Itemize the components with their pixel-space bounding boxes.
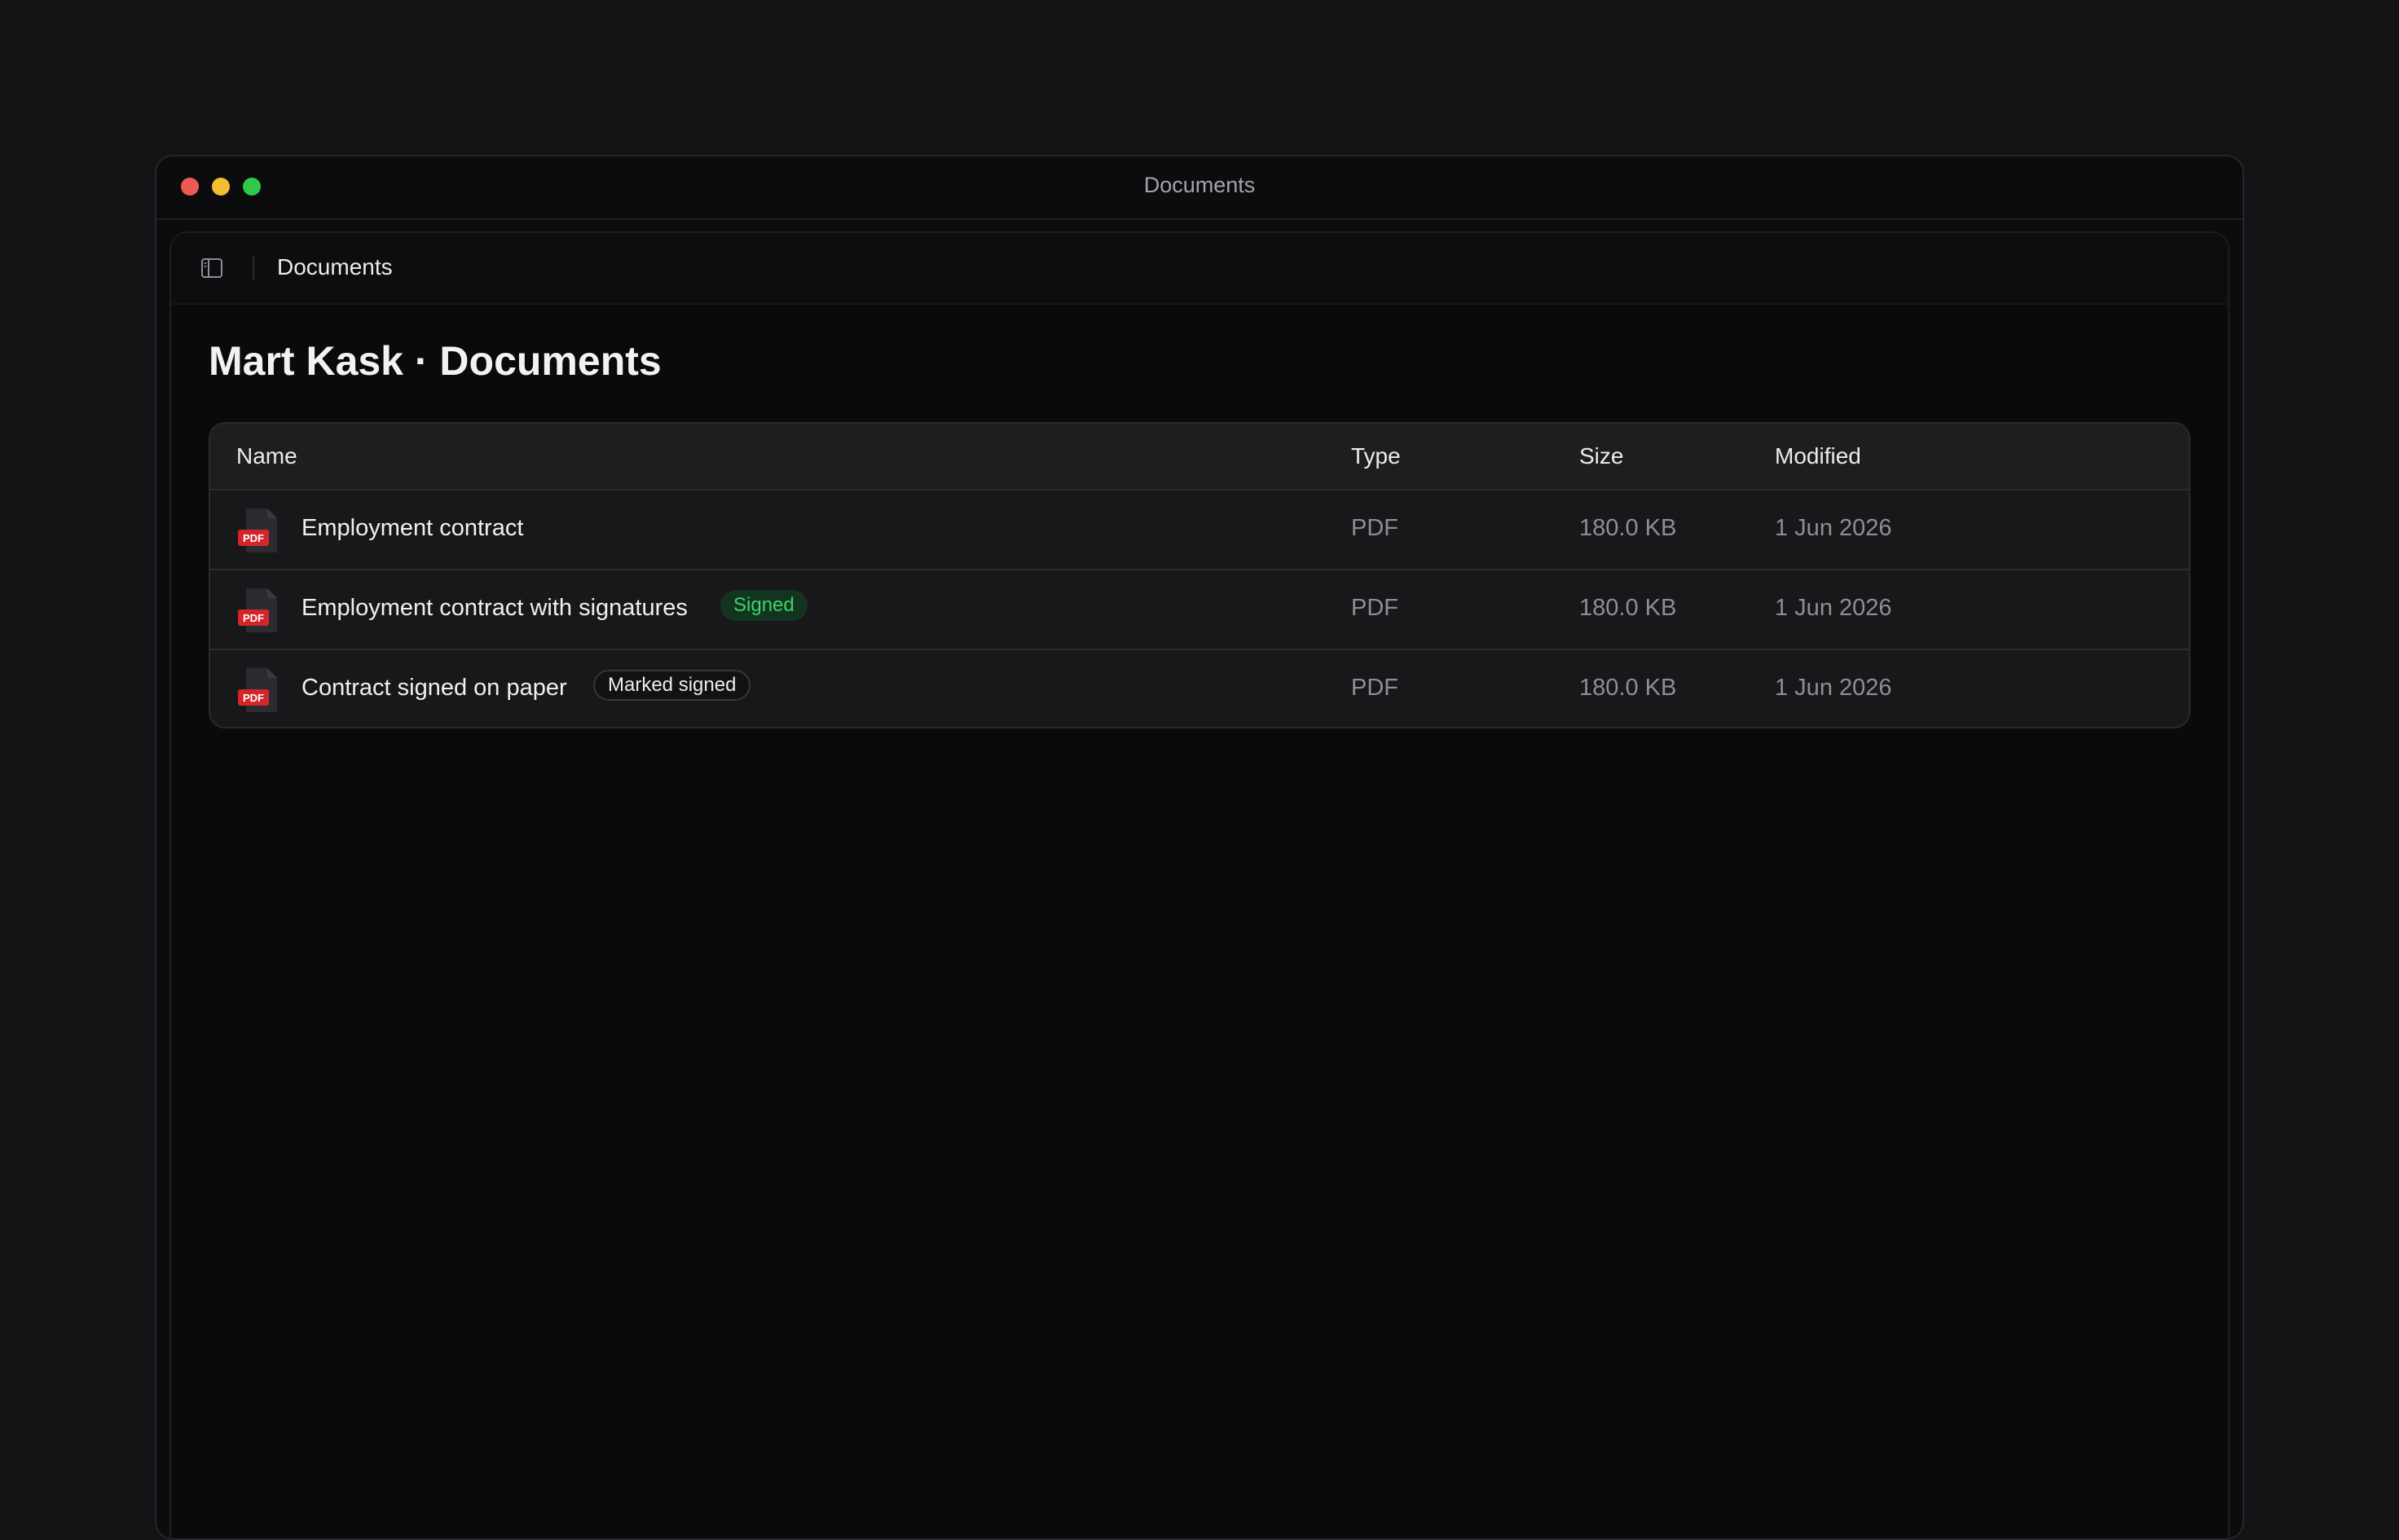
svg-text:PDF: PDF [243,612,264,624]
svg-text:PDF: PDF [243,692,264,704]
file-type: PDF [1351,595,1398,621]
file-modified: 1 Jun 2026 [1775,515,1892,541]
table-row[interactable]: PDF Contract signed on paper Marked sign… [210,650,2189,727]
panel-header: Documents [171,233,2228,305]
window-title: Documents [1143,173,1256,197]
table-row[interactable]: PDF Employment contract with signatures … [210,570,2189,650]
file-name[interactable]: Employment contract [302,515,523,542]
marked-signed-badge: Marked signed [593,670,751,701]
sidebar-toggle-icon[interactable] [200,257,223,279]
pdf-file-icon: PDF [238,668,277,712]
file-type: PDF [1351,515,1398,541]
app-window: Documents Documents Mart Kask · Document… [155,155,2244,1540]
title-bar: Documents [156,156,2243,220]
svg-text:PDF: PDF [243,532,264,544]
page-title: Mart Kask · Documents [209,338,662,384]
file-modified: 1 Jun 2026 [1775,595,1892,621]
column-header-modified[interactable]: Modified [1775,443,1861,469]
table-header: Name Type Size Modified [210,424,2189,491]
file-modified: 1 Jun 2026 [1775,675,1892,701]
pdf-file-icon: PDF [238,508,277,552]
documents-table: Name Type Size Modified PDF Employment c… [209,422,2190,728]
table-row[interactable]: PDF Employment contract PDF 180.0 KB 1 J… [210,491,2189,570]
pdf-file-icon: PDF [238,588,277,632]
file-size: 180.0 KB [1579,595,1677,621]
column-header-size[interactable]: Size [1579,443,1623,469]
file-size: 180.0 KB [1579,675,1677,701]
signed-badge: Signed [720,590,808,621]
file-name[interactable]: Contract signed on paper [302,675,567,702]
file-type: PDF [1351,675,1398,701]
file-name[interactable]: Employment contract with signatures [302,595,688,622]
file-size: 180.0 KB [1579,515,1677,541]
main-panel: Documents Mart Kask · Documents Name Typ… [169,231,2230,1538]
column-header-type[interactable]: Type [1351,443,1401,469]
column-header-name[interactable]: Name [236,443,297,469]
header-divider [253,256,254,280]
breadcrumb-title: Documents [277,254,393,279]
